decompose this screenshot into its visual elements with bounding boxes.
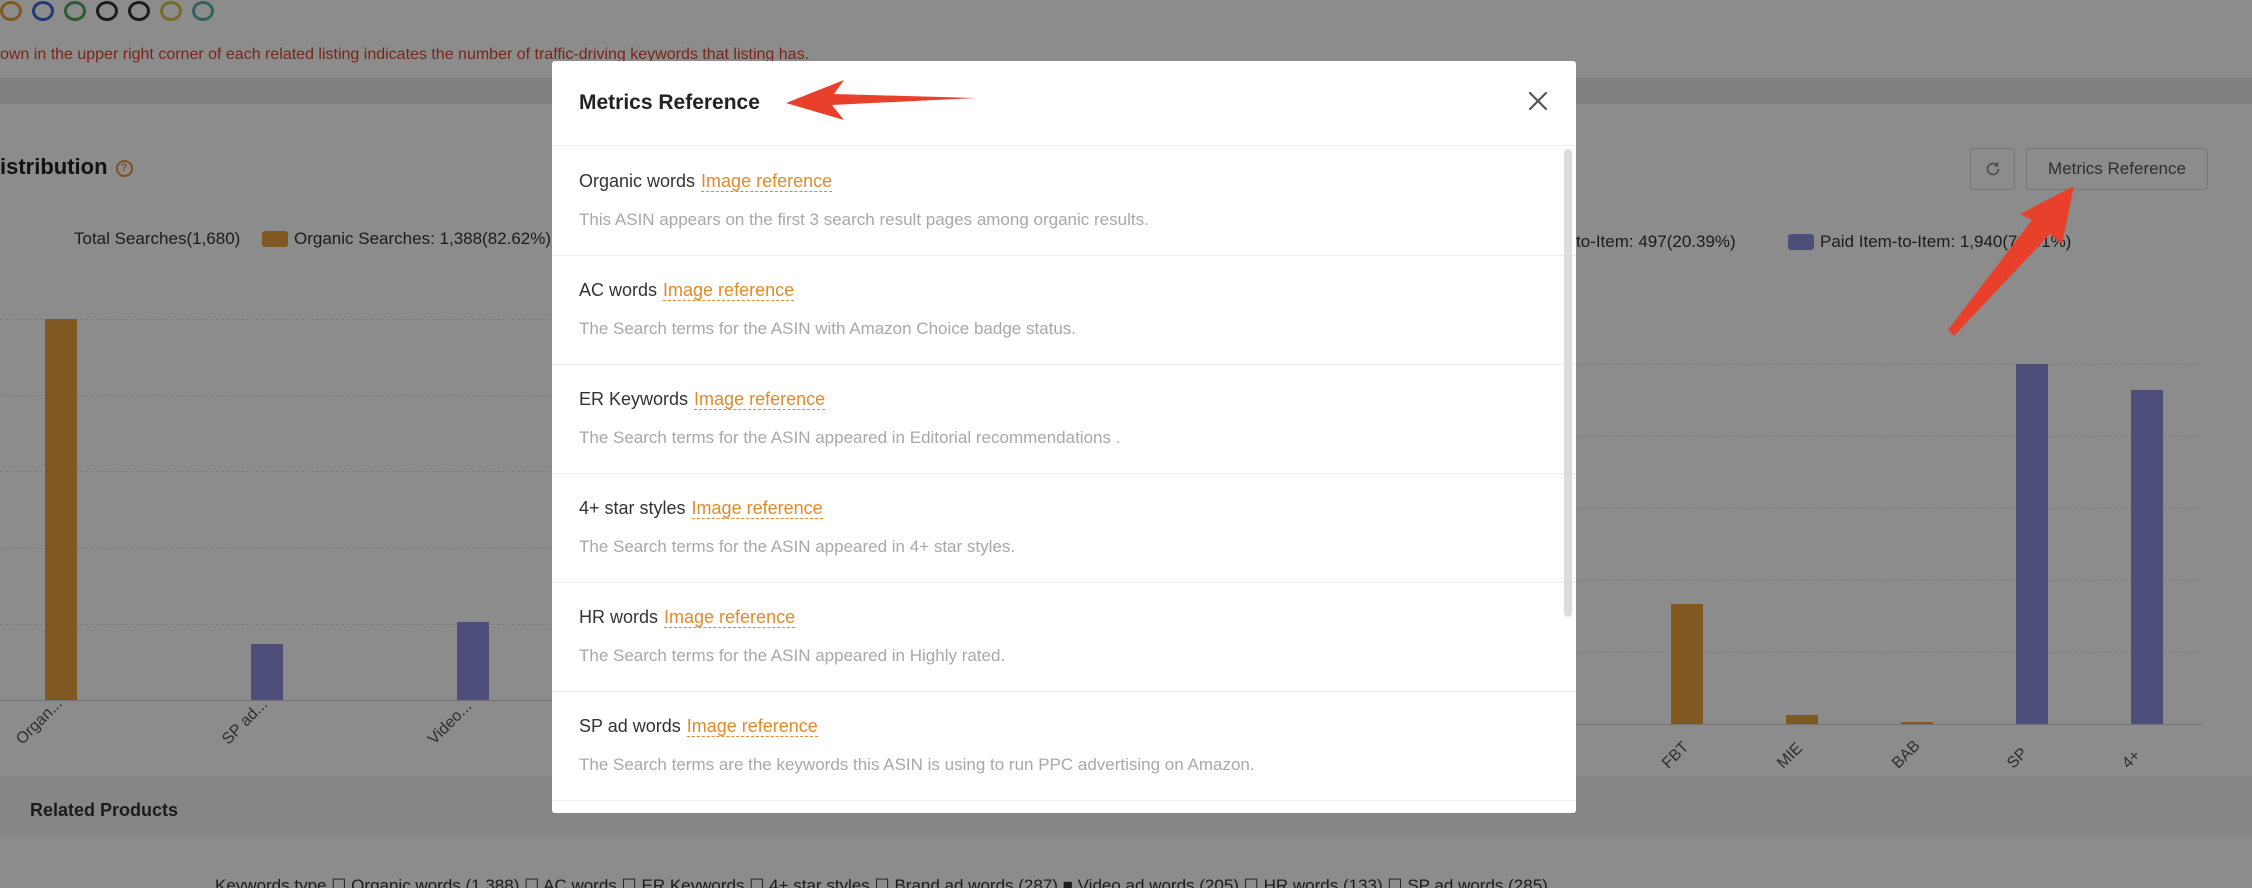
metric-name-text: 4+ star styles <box>579 498 686 518</box>
metric-name-text: HR words <box>579 607 659 627</box>
metric-item: 4+ star styles Image reference The Search … <box>552 474 1576 583</box>
metric-item: Organic words Image reference This ASIN ap… <box>552 147 1576 256</box>
metric-description: The Search terms for the ASIN with Amazo… <box>579 319 1077 338</box>
scrollbar[interactable] <box>1564 149 1572 617</box>
close-icon <box>1528 91 1548 111</box>
metric-name: 4+ star styles Image reference <box>579 498 823 519</box>
modal-header: Metrics Reference <box>552 61 1576 146</box>
metric-description: This ASIN appears on the first 3 search … <box>579 210 1149 229</box>
metric-item: AC words Image reference The Search terms … <box>552 256 1576 365</box>
metric-description: The Search terms for the ASIN appeared i… <box>579 646 1006 665</box>
metric-name: ER Keywords Image reference <box>579 389 826 410</box>
modal-title: Metrics Reference <box>579 91 760 114</box>
metric-item: HR words Image reference The Search terms … <box>552 583 1576 692</box>
metric-name: AC words Image reference <box>579 280 795 301</box>
metric-name: HR words Image reference <box>579 607 796 628</box>
metric-name-text: Organic words <box>579 171 696 191</box>
metric-item: SP ad words Image reference The Search ter… <box>552 692 1576 801</box>
metrics-reference-modal: Metrics Reference Organic words Image ref… <box>552 61 1576 813</box>
image-reference-link[interactable]: Image reference <box>686 716 818 737</box>
image-reference-link[interactable]: Image reference <box>663 280 795 301</box>
metric-name: SP ad words Image reference <box>579 716 818 737</box>
metric-name-text: AC words <box>579 280 658 300</box>
metric-name-text: ER Keywords <box>579 389 689 409</box>
metric-description: The Search terms for the ASIN appeared i… <box>579 537 1016 556</box>
metric-description: The Search terms are the keywords this A… <box>579 755 1255 774</box>
close-button[interactable] <box>1520 83 1556 119</box>
metric-name: Organic words Image reference <box>579 171 833 192</box>
metric-name-text: SP ad words <box>579 716 681 736</box>
image-reference-link[interactable]: Image reference <box>664 607 796 628</box>
metrics-list[interactable]: Organic words Image reference This ASIN ap… <box>552 147 1576 813</box>
metric-item: ER Keywords Image reference The Search ter… <box>552 365 1576 474</box>
metric-description: The Search terms for the ASIN appeared i… <box>579 428 1121 447</box>
image-reference-link[interactable]: Image reference <box>691 498 823 519</box>
image-reference-link[interactable]: Image reference <box>701 171 833 192</box>
image-reference-link[interactable]: Image reference <box>694 389 826 410</box>
